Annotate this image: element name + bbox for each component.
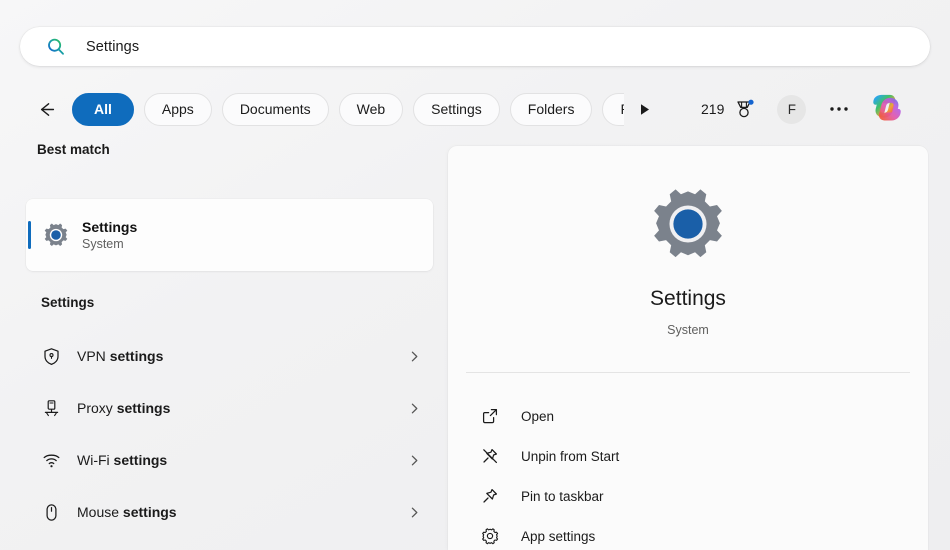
gear-icon [480,526,500,546]
action-label: Open [521,408,555,424]
list-item-proxy-settings[interactable]: Proxy settings [26,382,433,434]
copilot-icon[interactable] [870,92,904,126]
filter-pill-documents[interactable]: Documents [221,92,329,126]
list-item-label: VPN settings [77,348,164,364]
filter-overflow-button[interactable] [631,96,657,122]
best-match-result[interactable]: Settings System [26,199,433,271]
best-match-subtitle: System [82,236,124,251]
windows-search-window: Settings All Apps Documents Web Settings… [0,0,950,550]
list-item-mouse-settings[interactable]: Mouse settings [26,486,433,538]
filter-pill-photos[interactable]: Ph [602,92,624,126]
proxy-server-icon [41,398,61,418]
search-box[interactable]: Settings [20,27,930,66]
filter-pill-folders[interactable]: Folders [509,92,593,126]
filter-pill-label: Documents [239,101,311,117]
filter-pill-all[interactable]: All [72,92,134,126]
selection-indicator [28,221,31,249]
filter-pill-label: All [94,101,112,117]
best-match-title: Settings [82,218,138,235]
action-pin-to-taskbar[interactable]: Pin to taskbar [470,476,910,516]
play-arrow-icon [640,103,649,115]
rewards-medal-icon [737,99,754,118]
account-avatar[interactable]: F [777,94,807,124]
preview-divider [466,372,910,373]
chevron-right-icon [407,401,421,415]
filter-pill-label: Settings [431,101,482,117]
search-input-value[interactable]: Settings [86,39,139,55]
settings-gear-icon [44,223,68,247]
pin-icon [480,486,500,506]
list-item-wifi-settings[interactable]: Wi-Fi settings [26,434,433,486]
list-item-label: Wi-Fi settings [77,452,168,468]
action-label: App settings [521,528,596,544]
list-item-label: Proxy settings [77,400,171,416]
rewards-count: 219 [701,101,725,117]
chevron-right-icon [407,453,421,467]
settings-gear-icon [654,189,722,258]
filter-pill-label: Web [356,101,386,117]
list-item-label: Mouse settings [77,504,177,520]
filter-pill-settings[interactable]: Settings [413,92,500,126]
more-options-button[interactable] [824,94,854,124]
best-match-heading: Best match [37,142,110,157]
filter-pill-label: Ph [620,101,624,117]
preview-subtitle: System [667,323,709,337]
results-column: Best match Settings System Settings VPN … [0,142,448,550]
mouse-icon [41,502,61,522]
wifi-icon [41,450,61,470]
filter-pill-apps[interactable]: Apps [143,92,212,126]
filter-pill-list: All Apps Documents Web Settings Folders … [72,88,624,130]
back-arrow-icon [40,102,54,116]
action-app-settings[interactable]: App settings [470,516,910,550]
avatar-initial: F [787,101,796,117]
filter-pill-label: Apps [161,101,194,117]
chevron-right-icon [407,505,421,519]
filter-pill-label: Folders [527,101,575,117]
preview-title: Settings [650,287,726,310]
action-label: Pin to taskbar [521,488,604,504]
action-label: Unpin from Start [521,448,620,464]
rewards-button[interactable]: 219 [701,98,755,120]
action-open[interactable]: Open [470,396,910,436]
action-unpin-from-start[interactable]: Unpin from Start [470,436,910,476]
search-icon [48,38,64,55]
preview-action-list: Open Unpin from Start Pin to taskbar App… [470,396,910,550]
settings-section-heading: Settings [41,295,95,310]
settings-result-list: VPN settings Proxy settings Wi-Fi settin… [26,330,433,538]
chevron-right-icon [407,349,421,363]
filter-bar: All Apps Documents Web Settings Folders … [0,88,950,130]
unpin-icon [480,446,500,466]
ellipsis-icon [830,107,849,111]
filter-pill-web[interactable]: Web [338,92,404,126]
back-button[interactable] [31,94,61,124]
shield-icon [41,346,61,366]
preview-pane: Settings System Open Unpin from Start Pi… [448,146,928,550]
list-item-vpn-settings[interactable]: VPN settings [26,330,433,382]
open-external-icon [480,406,500,426]
